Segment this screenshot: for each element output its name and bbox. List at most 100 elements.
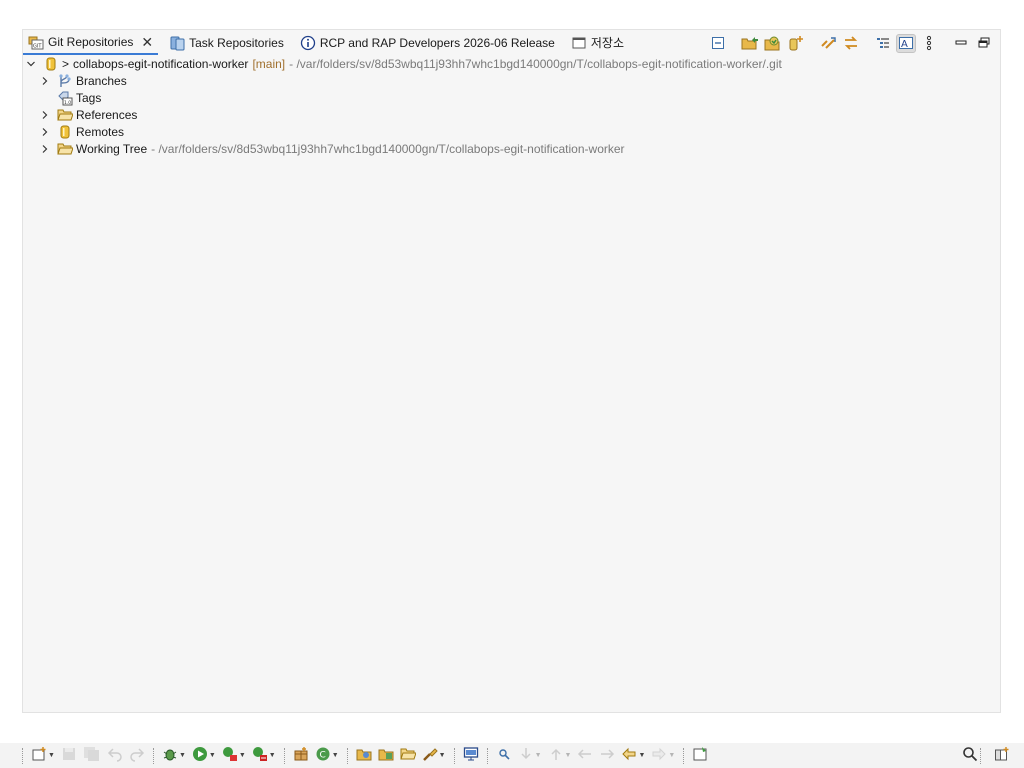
forward-arrow-icon [651, 746, 667, 765]
save-all-icon [83, 746, 101, 765]
new-package-button[interactable] [293, 746, 309, 766]
clone-repository-icon[interactable] [763, 34, 783, 53]
close-icon[interactable]: ✕ [141, 35, 153, 49]
forward-button[interactable]: ▼ [651, 746, 675, 766]
tab-label: 저장소 [590, 36, 624, 50]
toolbar-grip [980, 747, 983, 764]
collapse-all-icon[interactable] [708, 34, 728, 53]
perspective-icon [994, 746, 1010, 765]
tab-label: Task Repositories [189, 35, 284, 50]
chevron-right-icon[interactable] [39, 143, 51, 155]
search-button[interactable] [962, 746, 978, 766]
tree-row-working-tree[interactable]: Working Tree - /var/folders/sv/8d53wbq11… [39, 140, 625, 157]
window-icon [571, 35, 587, 51]
create-repository-icon[interactable] [786, 34, 806, 53]
tab-repository-korean[interactable]: 저장소 [566, 31, 629, 55]
new-class-button[interactable]: C ▼ [315, 746, 339, 766]
open-type-button[interactable] [356, 746, 372, 766]
toolbar-grip [453, 747, 457, 764]
run-button[interactable]: ▼ [192, 746, 216, 766]
view-menu-icon[interactable] [919, 34, 939, 53]
new-wizard-button[interactable]: ▼ [31, 746, 55, 766]
show-details-icon[interactable]: A [896, 33, 916, 53]
toolbar-grip [283, 747, 287, 764]
previous-annotation-button[interactable]: ▼ [548, 746, 571, 766]
back-arrow-icon [621, 746, 637, 765]
folder-open-icon [399, 746, 417, 765]
external-tools-button[interactable]: ▼ [252, 746, 276, 766]
toolbar-grip [683, 747, 686, 764]
search-icon [962, 746, 978, 765]
open-type-icon [356, 746, 372, 765]
chevron-down-icon[interactable] [25, 58, 37, 70]
branches-icon [57, 73, 73, 89]
run-coverage-button[interactable]: ▼ [222, 746, 246, 766]
pin-editor-button[interactable] [692, 746, 708, 766]
open-perspective-button[interactable] [994, 746, 1010, 766]
flashlight-icon [422, 746, 438, 765]
tree-node-label: References [76, 107, 138, 122]
folder-icon [57, 141, 74, 157]
folder-icon [57, 107, 74, 123]
toggle-breadcrumb-button[interactable] [496, 746, 512, 766]
forward-edit-button[interactable] [599, 746, 615, 766]
tree-row-tags[interactable]: 1.0 Tags [57, 89, 101, 106]
chevron-right-icon[interactable] [39, 75, 51, 87]
tree-row-references[interactable]: References [39, 106, 137, 123]
undo-icon [107, 746, 123, 765]
toolbar-grip [22, 747, 25, 764]
add-existing-repository-icon[interactable] [740, 34, 760, 53]
tab-label: Git Repositories [48, 35, 134, 49]
main-toolbar: ▼ ▼ ▼ ▼ ▼ C ▼ ▼ ▼ ▼ ▼ ▼ [0, 743, 1024, 768]
tree-node-label: Remotes [76, 124, 125, 139]
tab-task-repositories[interactable]: Task Repositories [164, 31, 289, 55]
repository-icon [43, 56, 59, 72]
presentation-button[interactable] [463, 746, 479, 766]
save-all-button[interactable] [83, 746, 101, 766]
link-with-selection-icon[interactable] [818, 34, 838, 53]
view-toolbar: A [708, 33, 994, 53]
chevron-right-icon[interactable] [39, 126, 51, 138]
save-icon [61, 746, 77, 765]
run-icon [192, 746, 208, 765]
link-with-editor-icon[interactable] [841, 34, 861, 53]
tree-node-label: Tags [76, 90, 102, 105]
tab-git-repositories[interactable]: GIT Git Repositories ✕ [23, 30, 159, 55]
open-task-icon [378, 746, 394, 765]
toolbar-grip [346, 747, 350, 764]
tree-node-label: Working Tree [76, 141, 148, 156]
open-task-button[interactable] [378, 746, 394, 766]
next-annotation-icon [518, 746, 534, 765]
package-icon [293, 746, 309, 765]
current-branch-label: [main] [252, 56, 286, 71]
bug-icon [162, 746, 178, 765]
back-button[interactable]: ▼ [621, 746, 645, 766]
tags-icon: 1.0 [57, 90, 73, 106]
undo-button[interactable] [107, 746, 123, 766]
tree-row-repository[interactable]: > collabops-egit-notification-worker [ma… [25, 55, 782, 72]
maximize-icon[interactable] [974, 34, 994, 53]
search-tools-button[interactable]: ▼ [422, 746, 446, 766]
last-edit-icon [577, 746, 593, 765]
hierarchical-branch-icon[interactable] [873, 34, 893, 53]
open-folder-button[interactable] [399, 746, 417, 766]
tree-row-branches[interactable]: Branches [39, 72, 127, 89]
tree-row-remotes[interactable]: Remotes [39, 123, 124, 140]
toolbar-grip [152, 747, 156, 764]
svg-text:C: C [319, 751, 325, 761]
tab-rcp-rap-release[interactable]: RCP and RAP Developers 2026-06 Release [295, 31, 560, 55]
repository-prefix: > [62, 56, 70, 71]
toolbar-grip [486, 747, 490, 764]
redo-icon [129, 746, 145, 765]
chevron-right-icon[interactable] [39, 109, 51, 121]
redo-button[interactable] [129, 746, 145, 766]
external-tools-icon [252, 746, 268, 765]
info-icon [300, 35, 316, 51]
save-button[interactable] [61, 746, 77, 766]
git-repositories-icon: GIT [28, 34, 44, 50]
last-edit-location-button[interactable] [577, 746, 593, 766]
minimize-icon[interactable] [951, 34, 971, 53]
next-annotation-button[interactable]: ▼ [518, 746, 542, 766]
debug-button[interactable]: ▼ [162, 746, 186, 766]
new-icon [31, 746, 47, 765]
